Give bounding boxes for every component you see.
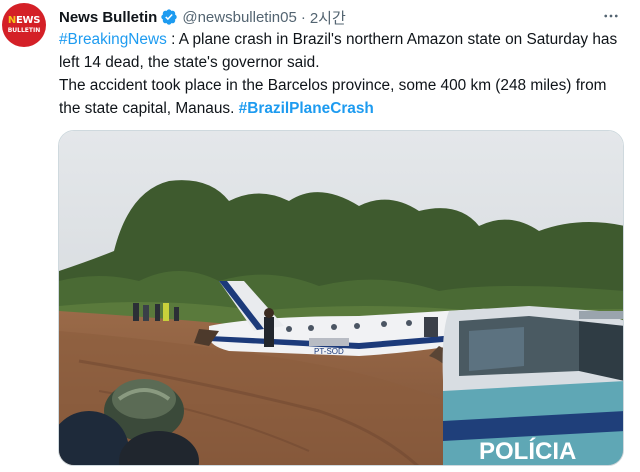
avatar[interactable]: NEWS BULLETIN: [2, 3, 46, 47]
display-name[interactable]: News Bulletin: [59, 9, 157, 26]
separator: ·: [300, 8, 306, 26]
plane-crash-photo: PT-SOD POLÍCIA: [59, 131, 623, 465]
tweet-media-photo[interactable]: PT-SOD POLÍCIA: [58, 130, 624, 466]
avatar-logo-subtext: BULLETIN: [7, 26, 41, 34]
plane-registration-label: PT-SOD: [314, 347, 344, 356]
hashtag-brazilplanecrash[interactable]: #BrazilPlaneCrash: [239, 100, 374, 117]
police-car-lettering: POLÍCIA: [479, 437, 576, 465]
tweet-paragraph-2: The accident took place in the Barcelos …: [59, 74, 619, 120]
tweet-header: News Bulletin @newsbulletin05 · 2시간: [59, 6, 346, 28]
timestamp[interactable]: 2시간: [310, 7, 346, 28]
tweet-text: #BreakingNews : A plane crash in Brazil'…: [59, 28, 619, 120]
handle[interactable]: @newsbulletin05: [182, 9, 296, 26]
more-options-icon[interactable]: [600, 6, 622, 26]
verified-badge-icon[interactable]: [160, 8, 178, 26]
tweet-paragraph-1: #BreakingNews : A plane crash in Brazil'…: [59, 28, 619, 74]
hashtag-breakingnews[interactable]: #BreakingNews: [59, 31, 167, 48]
avatar-logo-text: NEWS: [7, 14, 41, 26]
